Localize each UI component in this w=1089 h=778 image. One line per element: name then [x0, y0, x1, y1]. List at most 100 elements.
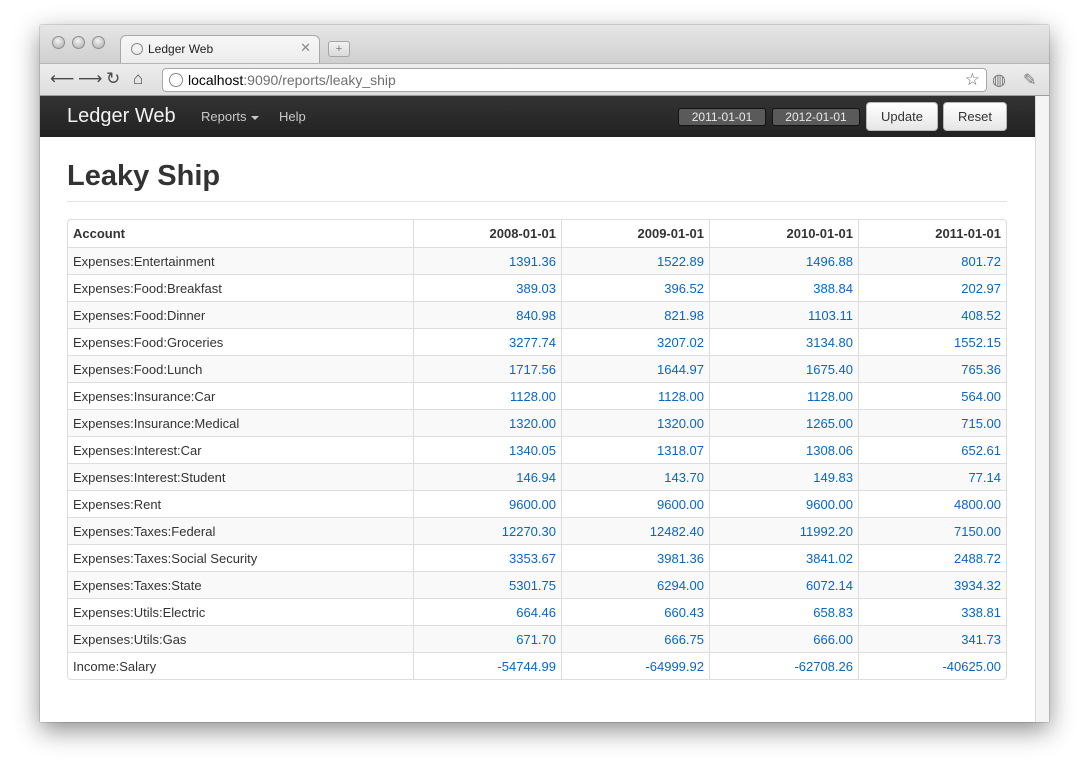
amount-link[interactable]: 3353.67 [413, 544, 561, 571]
amount-link[interactable]: 1522.89 [561, 247, 709, 274]
close-tab-icon[interactable]: ✕ [300, 40, 311, 56]
amount-link[interactable]: 1496.88 [709, 247, 858, 274]
page-info-icon[interactable] [169, 73, 183, 87]
browser-toolbar: ⟵ ⟶ ↻ ⌂ localhost:9090/reports/leaky_shi… [40, 63, 1049, 96]
amount-link[interactable]: 1103.11 [709, 301, 858, 328]
amount-link[interactable]: 3934.32 [858, 571, 1006, 598]
amount-link[interactable]: 1128.00 [709, 382, 858, 409]
amount-link[interactable]: 671.70 [413, 625, 561, 652]
back-icon[interactable]: ⟵ [50, 69, 74, 89]
zoom-window-button[interactable] [92, 36, 105, 49]
amount-link[interactable]: 12270.30 [413, 517, 561, 544]
new-tab-button[interactable]: + [328, 41, 350, 57]
amount-link[interactable]: 1308.06 [709, 436, 858, 463]
amount-link[interactable]: 765.36 [858, 355, 1006, 382]
amount-link[interactable]: 12482.40 [561, 517, 709, 544]
column-header: 2010-01-01 [709, 220, 858, 247]
from-date-input[interactable] [678, 108, 766, 126]
amount-link[interactable]: 1552.15 [858, 328, 1006, 355]
amount-link[interactable]: 11992.20 [709, 517, 858, 544]
amount-link[interactable]: 9600.00 [561, 490, 709, 517]
amount-link[interactable]: 149.83 [709, 463, 858, 490]
address-bar[interactable]: localhost:9090/reports/leaky_ship ☆ [162, 68, 987, 92]
amount-link[interactable]: 146.94 [413, 463, 561, 490]
globe-icon[interactable]: ◍ [992, 70, 1006, 90]
amount-link[interactable]: -64999.92 [561, 652, 709, 679]
amount-link[interactable]: 1644.97 [561, 355, 709, 382]
to-date-input[interactable] [772, 108, 860, 126]
url-text[interactable]: localhost:9090/reports/leaky_ship [188, 72, 396, 88]
star-icon[interactable]: ☆ [965, 70, 980, 90]
brand[interactable]: Ledger Web [67, 105, 176, 128]
amount-link[interactable]: 1318.07 [561, 436, 709, 463]
amount-link[interactable]: 1340.05 [413, 436, 561, 463]
amount-link[interactable]: 666.00 [709, 625, 858, 652]
close-window-button[interactable] [52, 36, 65, 49]
amount-link[interactable]: 341.73 [858, 625, 1006, 652]
amount-link[interactable]: 6072.14 [709, 571, 858, 598]
amount-link[interactable]: 3207.02 [561, 328, 709, 355]
home-icon[interactable]: ⌂ [133, 69, 143, 89]
reload-icon[interactable]: ↻ [106, 69, 120, 89]
amount-link[interactable]: 202.97 [858, 274, 1006, 301]
amount-link[interactable]: -62708.26 [709, 652, 858, 679]
amount-link[interactable]: 408.52 [858, 301, 1006, 328]
amount-link[interactable]: 396.52 [561, 274, 709, 301]
amount-link[interactable]: 4800.00 [858, 490, 1006, 517]
amount-link[interactable]: 3841.02 [709, 544, 858, 571]
amount-link[interactable]: 660.43 [561, 598, 709, 625]
amount-link[interactable]: 1320.00 [413, 409, 561, 436]
account-cell: Expenses:Utils:Gas [68, 625, 413, 652]
column-header: 2008-01-01 [413, 220, 561, 247]
amount-link[interactable]: 77.14 [858, 463, 1006, 490]
amount-link[interactable]: 1128.00 [413, 382, 561, 409]
amount-link[interactable]: 666.75 [561, 625, 709, 652]
account-cell: Expenses:Taxes:Federal [68, 517, 413, 544]
amount-link[interactable]: 7150.00 [858, 517, 1006, 544]
amount-link[interactable]: 143.70 [561, 463, 709, 490]
reports-menu[interactable]: Reports [201, 109, 259, 124]
forward-icon[interactable]: ⟶ [78, 69, 102, 89]
amount-link[interactable]: 1391.36 [413, 247, 561, 274]
amount-link[interactable]: 1717.56 [413, 355, 561, 382]
amount-link[interactable]: 652.61 [858, 436, 1006, 463]
amount-link[interactable]: 1320.00 [561, 409, 709, 436]
amount-link[interactable]: 389.03 [413, 274, 561, 301]
amount-link[interactable]: 821.98 [561, 301, 709, 328]
amount-link[interactable]: 840.98 [413, 301, 561, 328]
table-row: Expenses:Insurance:Car 1128.00 1128.00 1128… [68, 382, 1006, 409]
table-header-row: Account 2008-01-01 2009-01-01 2010-01-01… [68, 220, 1006, 247]
amount-link[interactable]: 3981.36 [561, 544, 709, 571]
amount-link[interactable]: 6294.00 [561, 571, 709, 598]
amount-link[interactable]: 801.72 [858, 247, 1006, 274]
amount-link[interactable]: 1675.40 [709, 355, 858, 382]
amount-link[interactable]: -54744.99 [413, 652, 561, 679]
amount-link[interactable]: 658.83 [709, 598, 858, 625]
amount-link[interactable]: 338.81 [858, 598, 1006, 625]
browser-tab[interactable]: Ledger Web ✕ [120, 35, 320, 63]
amount-link[interactable]: 9600.00 [413, 490, 561, 517]
amount-link[interactable]: 715.00 [858, 409, 1006, 436]
reset-button[interactable]: Reset [943, 102, 1007, 131]
help-link[interactable]: Help [279, 109, 306, 124]
table-row: Expenses:Food:Lunch 1717.56 1644.97 1675.40… [68, 355, 1006, 382]
table-row: Expenses:Food:Groceries 3277.74 3207.02 313… [68, 328, 1006, 355]
amount-link[interactable]: 1128.00 [561, 382, 709, 409]
amount-link[interactable]: 564.00 [858, 382, 1006, 409]
amount-link[interactable]: 664.46 [413, 598, 561, 625]
amount-link[interactable]: 5301.75 [413, 571, 561, 598]
amount-link[interactable]: 2488.72 [858, 544, 1006, 571]
amount-link[interactable]: 3134.80 [709, 328, 858, 355]
reports-label: Reports [201, 109, 247, 124]
amount-link[interactable]: -40625.00 [858, 652, 1006, 679]
amount-link[interactable]: 388.84 [709, 274, 858, 301]
wrench-icon[interactable]: ✎ [1023, 70, 1036, 90]
amount-link[interactable]: 9600.00 [709, 490, 858, 517]
vertical-scrollbar[interactable] [1035, 96, 1049, 722]
amount-link[interactable]: 1265.00 [709, 409, 858, 436]
amount-link[interactable]: 3277.74 [413, 328, 561, 355]
update-button[interactable]: Update [866, 102, 938, 131]
minimize-window-button[interactable] [72, 36, 85, 49]
globe-icon [131, 43, 143, 55]
table-row: Expenses:Utils:Gas 671.70 666.75 666.00 341.… [68, 625, 1006, 652]
